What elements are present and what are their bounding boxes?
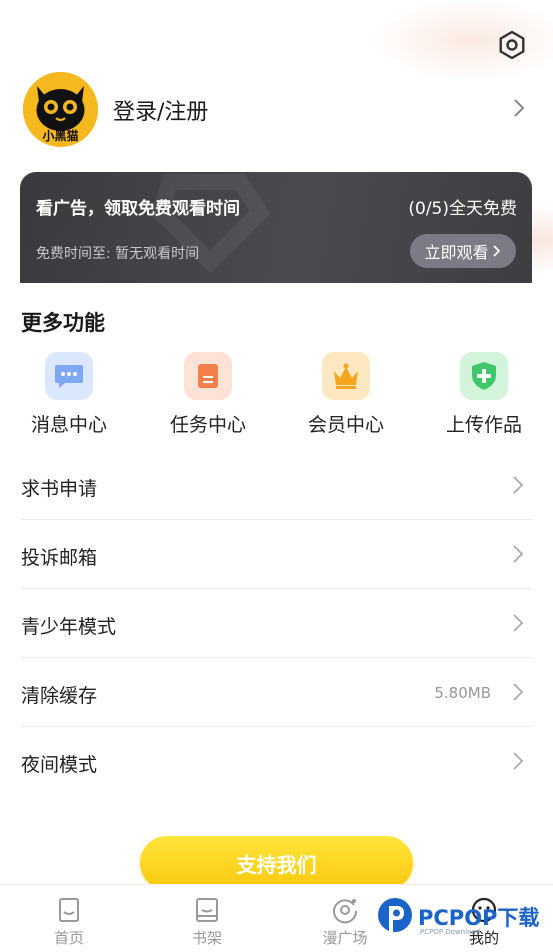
tab-label: 首页 [53, 929, 84, 947]
menu-item-label: 投诉邮箱 [21, 547, 98, 569]
menu-item-label: 青少年模式 [21, 616, 117, 638]
crown-icon [322, 352, 370, 400]
menu-item-label: 清除缓存 [21, 685, 98, 707]
upload-shield-icon [460, 352, 508, 400]
plaza-icon [333, 899, 358, 924]
home-icon [59, 898, 79, 922]
chevron-right-icon [514, 99, 525, 117]
settings-button[interactable] [494, 28, 530, 62]
ad-reward-banner: 看广告，领取免费观看时间 (0/5)全天免费 免费时间至: 暂无观看时间 立即观… [20, 172, 532, 283]
menu-item-complaint-email[interactable]: 投诉邮箱 [21, 520, 532, 589]
menu-item-night-mode[interactable]: 夜间模式 [21, 727, 532, 796]
tab-bookshelf[interactable]: 书架 [157, 885, 257, 952]
chevron-right-icon [513, 476, 524, 494]
menu-item-teen-mode[interactable]: 青少年模式 [21, 589, 532, 658]
avatar-text: 小黑猫 [42, 128, 78, 143]
pcpop-watermark: PCPOP下载 PCPOP Download [376, 896, 546, 946]
profile-row[interactable]: 小黑猫 登录/注册 [0, 70, 553, 148]
task-center-button[interactable]: 任务中心 [148, 350, 268, 440]
avatar[interactable]: 小黑猫 [23, 72, 98, 147]
chevron-right-icon [492, 245, 500, 257]
tab-home[interactable]: 首页 [19, 885, 119, 952]
menu-item-label: 求书申请 [21, 478, 98, 500]
task-icon [184, 352, 232, 400]
watch-now-label: 立即观看 [424, 243, 489, 262]
more-functions-title: 更多功能 [21, 311, 105, 335]
chevron-right-icon [513, 683, 524, 701]
ad-count: (0/5)全天免费 [408, 199, 517, 219]
task-center-label: 任务中心 [169, 414, 246, 436]
black-cat-logo: 小黑猫 [23, 72, 98, 147]
menu-item-label: 夜间模式 [21, 754, 98, 776]
tab-label: 书架 [191, 929, 222, 947]
message-icon [45, 352, 93, 400]
support-us-button[interactable]: 支持我们 [140, 836, 413, 890]
pcpop-logo-icon [378, 898, 412, 932]
message-center-button[interactable]: 消息中心 [9, 350, 129, 440]
message-center-label: 消息中心 [30, 414, 107, 436]
login-register-link[interactable]: 登录/注册 [113, 94, 208, 126]
upload-works-button[interactable]: 上传作品 [424, 350, 544, 440]
menu-item-book-request[interactable]: 求书申请 [21, 451, 532, 520]
watch-now-button[interactable]: 立即观看 [410, 234, 516, 268]
free-time-text: 免费时间至: 暂无观看时间 [36, 246, 200, 262]
banner-decoration [150, 174, 271, 274]
upload-works-label: 上传作品 [445, 414, 522, 436]
chevron-right-icon [513, 614, 524, 632]
watermark-sub: PCPOP Download [420, 928, 481, 936]
chevron-right-icon [513, 752, 524, 770]
vip-center-button[interactable]: 会员中心 [286, 350, 406, 440]
vip-center-label: 会员中心 [307, 414, 384, 436]
ad-title: 看广告，领取免费观看时间 [36, 199, 240, 219]
menu-item-clear-cache[interactable]: 清除缓存 5.80MB [21, 658, 532, 727]
cache-size-value: 5.80MB [434, 684, 491, 702]
gear-icon [499, 30, 525, 60]
bookshelf-icon [196, 898, 218, 922]
chevron-right-icon [513, 545, 524, 563]
